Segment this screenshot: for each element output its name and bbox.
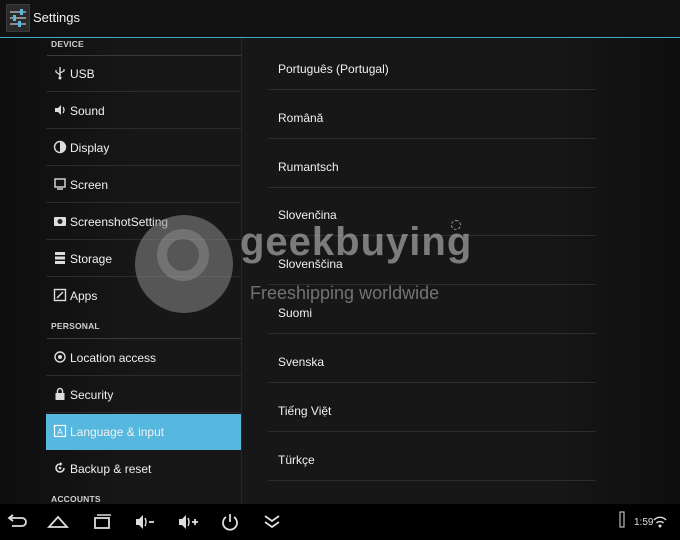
sidebar-item-label: Display bbox=[70, 141, 110, 155]
language-label: Slovenščina bbox=[278, 257, 343, 271]
loading-spinner-icon bbox=[451, 220, 461, 230]
item-divider bbox=[46, 202, 241, 203]
system-nav-bar bbox=[0, 504, 680, 540]
section-divider bbox=[47, 338, 241, 339]
sidebar-item-location-access[interactable]: Location access bbox=[46, 340, 241, 376]
language-item[interactable]: Slovenščina bbox=[268, 237, 598, 285]
hide-bar-icon bbox=[264, 515, 280, 529]
sidebar-item-backup-reset[interactable]: Backup & reset bbox=[46, 451, 241, 487]
section-header-personal: PERSONAL bbox=[51, 321, 100, 331]
item-divider bbox=[46, 239, 241, 240]
sidebar-item-language-input[interactable]: A Language & input bbox=[46, 414, 241, 450]
sidebar-item-screenshot-setting[interactable]: ScreenshotSetting bbox=[46, 204, 241, 240]
usb-status-icon bbox=[619, 511, 625, 528]
item-divider bbox=[268, 235, 596, 236]
clock: 1:59 bbox=[634, 517, 654, 528]
wifi-icon bbox=[653, 516, 667, 528]
language-label: Suomi bbox=[278, 306, 313, 320]
sidebar-item-sound[interactable]: Sound bbox=[46, 93, 241, 129]
sidebar-item-usb[interactable]: USB bbox=[46, 56, 241, 92]
sidebar-item-apps[interactable]: Apps bbox=[46, 278, 241, 314]
power-icon bbox=[222, 514, 238, 531]
language-label: Rumantsch bbox=[278, 160, 339, 174]
language-item[interactable]: Română bbox=[268, 91, 598, 139]
item-divider bbox=[268, 431, 596, 432]
storage-icon bbox=[55, 252, 65, 264]
language-label: Português (Portugal) bbox=[278, 62, 389, 76]
sidebar-item-label: Location access bbox=[70, 351, 157, 365]
screen-icon bbox=[54, 178, 66, 190]
sidebar-item-label: Sound bbox=[70, 104, 105, 118]
item-divider bbox=[268, 138, 596, 139]
svg-text:A: A bbox=[57, 428, 63, 437]
item-divider bbox=[46, 91, 241, 92]
lock-icon bbox=[55, 387, 65, 400]
language-label: Română bbox=[278, 111, 324, 125]
action-bar: Settings bbox=[0, 0, 680, 38]
usb-icon bbox=[55, 67, 65, 80]
language-item[interactable]: Português (Portugal) bbox=[268, 42, 598, 90]
home-button[interactable] bbox=[46, 512, 70, 532]
recent-apps-button[interactable] bbox=[90, 512, 114, 532]
item-divider bbox=[46, 375, 241, 376]
back-button[interactable] bbox=[4, 512, 28, 532]
language-label: Tiếng Việt bbox=[278, 404, 332, 418]
sidebar-item-label: USB bbox=[70, 67, 95, 81]
sidebar-item-label: ScreenshotSetting bbox=[70, 215, 169, 229]
item-divider bbox=[46, 412, 241, 413]
settings-categories: DEVICE USB Sound Display Screen Screensh… bbox=[45, 38, 241, 504]
apps-icon bbox=[53, 288, 67, 302]
item-divider bbox=[268, 333, 596, 334]
sidebar-item-screen[interactable]: Screen bbox=[46, 167, 241, 203]
settings-app-icon[interactable] bbox=[6, 4, 30, 32]
section-header-accounts: ACCOUNTS bbox=[51, 494, 101, 504]
language-list: Português (Portugal) Română Rumantsch Sl… bbox=[268, 38, 598, 504]
power-button[interactable] bbox=[218, 512, 242, 532]
sidebar-item-display[interactable]: Display bbox=[46, 130, 241, 166]
app-title: Settings bbox=[33, 10, 80, 25]
item-divider bbox=[46, 276, 241, 277]
sidebar-item-label: Storage bbox=[70, 252, 113, 266]
sidebar-item-label: Backup & reset bbox=[70, 462, 152, 476]
volume-up-button[interactable] bbox=[176, 512, 200, 532]
language-item[interactable]: Suomi bbox=[268, 286, 598, 334]
status-area[interactable] bbox=[618, 510, 626, 530]
sidebar-item-label: Screen bbox=[70, 178, 109, 192]
language-item[interactable]: Rumantsch bbox=[268, 140, 598, 188]
language-label: Svenska bbox=[278, 355, 325, 369]
language-icon: A bbox=[53, 424, 67, 438]
home-icon bbox=[46, 515, 70, 528]
recent-apps-icon bbox=[94, 514, 111, 529]
sidebar-item-label: Language & input bbox=[70, 425, 165, 439]
item-divider bbox=[268, 480, 596, 481]
back-icon bbox=[7, 514, 27, 527]
language-label: Slovenčina bbox=[278, 208, 337, 222]
language-item[interactable]: Türkçe bbox=[268, 433, 598, 481]
language-label: Türkçe bbox=[278, 453, 315, 467]
item-divider bbox=[46, 128, 241, 129]
camera-icon bbox=[54, 217, 66, 226]
language-item[interactable]: Slovenčina bbox=[268, 188, 598, 236]
brightness-icon bbox=[53, 140, 67, 154]
language-item[interactable]: Tiếng Việt bbox=[268, 384, 598, 432]
volume-down-icon bbox=[136, 515, 154, 529]
backup-icon bbox=[55, 462, 65, 473]
item-divider bbox=[268, 89, 596, 90]
language-item[interactable]: Svenska bbox=[268, 335, 598, 383]
settings-content: DEVICE USB Sound Display Screen Screensh… bbox=[0, 38, 680, 504]
sidebar-item-security[interactable]: Security bbox=[46, 377, 241, 413]
volume-down-button[interactable] bbox=[133, 512, 157, 532]
item-divider bbox=[46, 165, 241, 166]
speaker-icon bbox=[55, 105, 65, 115]
sidebar-item-storage[interactable]: Storage bbox=[46, 241, 241, 277]
volume-up-icon bbox=[179, 515, 198, 529]
item-divider bbox=[268, 382, 596, 383]
sidebar-item-label: Security bbox=[70, 388, 114, 402]
hide-bar-button[interactable] bbox=[260, 512, 284, 532]
location-icon bbox=[54, 351, 66, 363]
item-divider bbox=[268, 284, 596, 285]
sidebar-item-label: Apps bbox=[70, 289, 98, 303]
pane-divider bbox=[241, 38, 242, 504]
section-header-device: DEVICE bbox=[51, 39, 84, 49]
